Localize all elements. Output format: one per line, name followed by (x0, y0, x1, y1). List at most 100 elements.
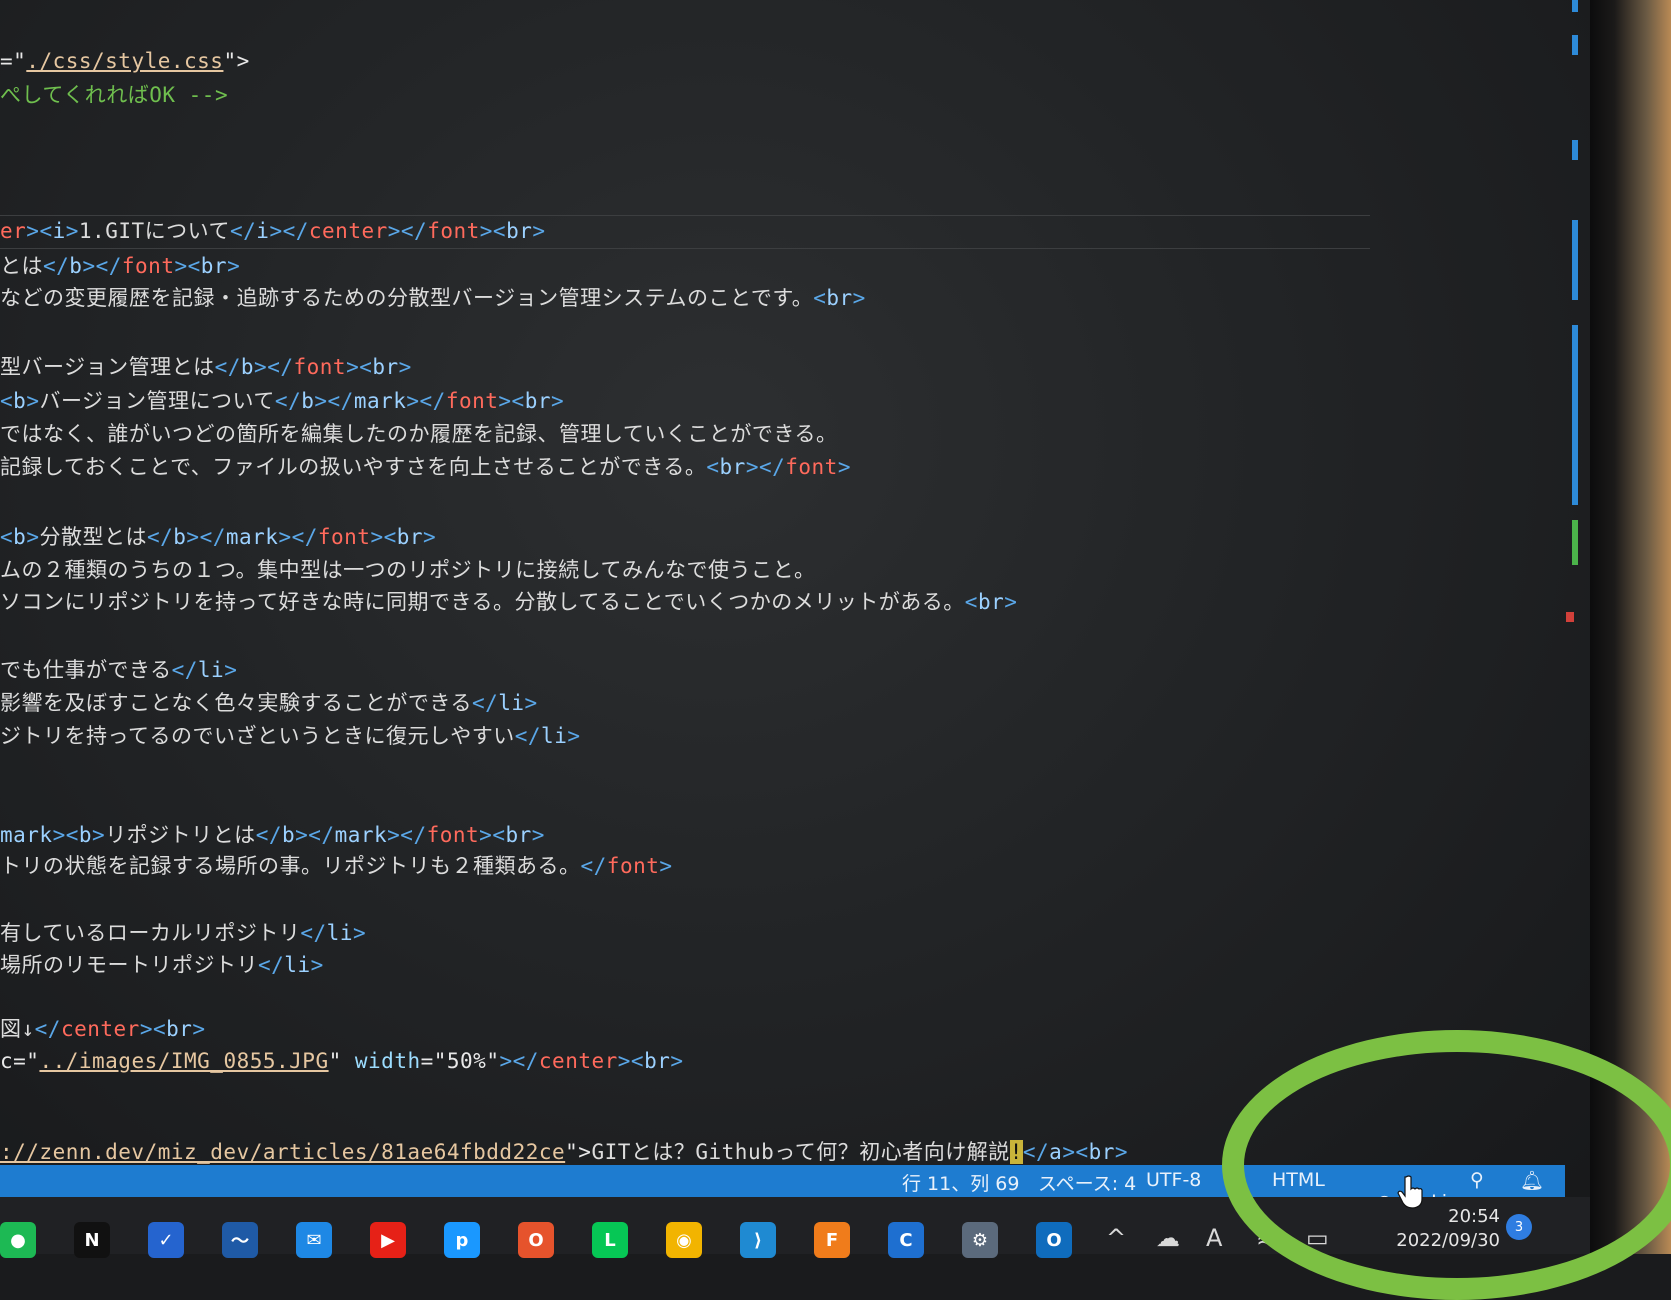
minimap-marker (1572, 220, 1578, 300)
youtube-icon[interactable]: ▶ (370, 1222, 406, 1258)
vscode-icon[interactable]: ⟩ (740, 1222, 776, 1258)
code-token: width (354, 1049, 421, 1073)
code-line[interactable]: mark><b>リポジトリとは</b></mark></font><br> (0, 820, 545, 850)
code-editor[interactable]: ="./css/style.css"> ぺしてくれればOK --> er><i>1.… (0, 0, 1578, 1167)
code-token: リポジトリとは (105, 823, 256, 847)
code-line[interactable]: 影響を及ぼすことなく色々実験することができる</li> (0, 688, 538, 718)
notification-badge[interactable]: 3 (1506, 1214, 1532, 1240)
code-line[interactable]: ぺしてくれればOK --> (0, 80, 228, 110)
clock-date: 2022/09/30 (1396, 1230, 1500, 1251)
hand-cursor-icon (1397, 1175, 1423, 1209)
minimap-marker (1572, 140, 1578, 160)
clock[interactable]: 20:54 2022/09/30 (1390, 1205, 1500, 1253)
code-line[interactable]: などの変更履歴を記録・追跡するための分散型バージョン管理システムのことです。<b… (0, 283, 866, 313)
code-token: i (256, 219, 270, 243)
code-token: </ (171, 658, 198, 682)
code-token: > (1004, 590, 1018, 614)
settings-icon[interactable]: ⚙ (962, 1222, 998, 1258)
code-line[interactable]: er><i>1.GITについて</i></center></font><br> (0, 216, 546, 246)
code-line[interactable]: とは</b></font><br> (0, 251, 240, 281)
code-line[interactable]: ジトリを持ってるのでいざというときに復元しやすい</li> (0, 721, 581, 751)
feedback-icon[interactable]: ⚲ (1470, 1169, 1484, 1191)
code-token: </ (214, 355, 241, 379)
code-token: < (0, 525, 14, 549)
chevron-up-icon[interactable]: ^ (1106, 1224, 1126, 1252)
bell-icon[interactable]: 🔔︎ (1520, 1169, 1544, 1192)
code-token: font (445, 389, 499, 413)
code-token: > (65, 219, 79, 243)
code-token: b (281, 823, 296, 847)
code-line[interactable]: ://zenn.dev/miz_dev/articles/81ae64fbdd2… (0, 1137, 1128, 1167)
code-token: er (0, 219, 27, 243)
code-line[interactable]: ムの２種類のうちの１つ。集中型は一つのリポジトリに接続してみんなで使うこと。 (0, 555, 816, 585)
code-token: </ (300, 921, 327, 945)
code-line[interactable]: c="../images/IMG_0855.JPG" width="50%"><… (0, 1046, 684, 1076)
code-token: > (1114, 1140, 1129, 1164)
code-token: > (26, 389, 40, 413)
code-token: li (326, 921, 353, 945)
ime-icon[interactable]: A (1206, 1224, 1222, 1252)
spotify-icon[interactable]: ● (0, 1222, 36, 1258)
code-line[interactable]: <b>分散型とは</b></mark></font><br> (0, 522, 436, 552)
code-line[interactable]: ではなく、誰がいつどの箇所を編集したのか履歴を記録、管理していくことができる。 (0, 419, 837, 449)
code-token: =" (0, 49, 27, 73)
code-token: 図↓ (0, 1017, 35, 1041)
code-token: br (372, 355, 399, 379)
code-token: ./css/style.css (26, 49, 224, 73)
code-line[interactable]: 図↓</center><br> (0, 1014, 206, 1044)
encoding-setting[interactable]: UTF-8 (1146, 1169, 1201, 1191)
code-token: GITとは？Githubって何？初心者向け解説 (591, 1140, 1010, 1164)
code-line[interactable]: <b>バージョン管理について</b></mark></font><br> (0, 386, 564, 416)
code-token: br (719, 455, 746, 479)
code-token: ! (1009, 1140, 1023, 1164)
code-token: font (785, 455, 838, 479)
code-line[interactable]: ="./css/style.css"> (0, 46, 250, 76)
netflix-icon[interactable]: N (74, 1222, 110, 1258)
code-token: ></ (186, 525, 226, 549)
todo-icon[interactable]: ✓ (148, 1222, 184, 1258)
code-token: ://zenn.dev/miz_dev/articles/81ae64fbdd2… (0, 1140, 566, 1164)
mail-icon[interactable]: ✉ (296, 1222, 332, 1258)
prime-video-icon[interactable]: p (444, 1222, 480, 1258)
code-token: >< (479, 219, 507, 243)
stocks-icon[interactable]: 〜 (222, 1222, 258, 1258)
code-token: ></ (406, 389, 446, 413)
code-line[interactable]: トリの状態を記録する場所の事。リポジトリも２種類ある。</font> (0, 851, 673, 881)
code-line[interactable]: 有しているローカルリポジトリ</li> (0, 918, 366, 948)
code-token: "> (565, 1140, 592, 1164)
code-token: とは (0, 254, 43, 278)
code-line[interactable]: 記録しておくことで、ファイルの扱いやすさを向上させることができる。<br></f… (0, 452, 851, 482)
cloud-icon[interactable]: ☁ (1156, 1224, 1180, 1252)
code-token: < (964, 590, 978, 614)
cursor-position[interactable]: 行 11、列 69 (902, 1169, 1019, 1196)
code-token: ソコンにリポジトリを持って好きな時に同期できる。分散してることでいくつかのメリッ… (0, 590, 965, 614)
app-c-icon[interactable]: C (888, 1222, 924, 1258)
wifi-icon[interactable]: ≋ (1256, 1224, 1276, 1252)
office-icon[interactable]: O (518, 1222, 554, 1258)
battery-icon[interactable]: ▭ (1306, 1224, 1329, 1252)
code-line[interactable]: ソコンにリポジトリを持って好きな時に同期できる。分散してることでいくつかのメリッ… (0, 587, 1017, 617)
code-token: > (659, 854, 673, 878)
code-token: 1.GITについて (78, 219, 230, 243)
code-line[interactable]: 型バージョン管理とは</b></font><br> (0, 352, 412, 382)
code-token: c=" (0, 1049, 40, 1073)
indentation-setting[interactable]: スペース: 4 (1038, 1169, 1136, 1196)
outlook-icon[interactable]: O (1036, 1222, 1072, 1258)
code-token: > (837, 455, 851, 479)
language-mode[interactable]: HTML (1272, 1169, 1325, 1191)
chrome-icon[interactable]: ◉ (666, 1222, 702, 1258)
code-token: mark (0, 823, 53, 847)
code-token: ="50%" (420, 1049, 500, 1073)
code-token: li (284, 953, 311, 977)
code-token: > (567, 724, 581, 748)
code-token: </ (514, 724, 542, 748)
code-line[interactable]: でも仕事ができる</li> (0, 655, 237, 685)
code-token: ではなく、誰がいつどの箇所を編集したのか履歴を記録、管理していくことができる。 (0, 422, 838, 446)
code-token: ></ (499, 1049, 539, 1073)
line-icon[interactable]: L (592, 1222, 628, 1258)
code-token: a (1049, 1140, 1063, 1164)
code-line[interactable]: 場所のリモートリポジトリ</li> (0, 950, 324, 980)
app-f-icon[interactable]: F (814, 1222, 850, 1258)
code-token: br (977, 590, 1005, 614)
code-token: </ (580, 854, 607, 878)
